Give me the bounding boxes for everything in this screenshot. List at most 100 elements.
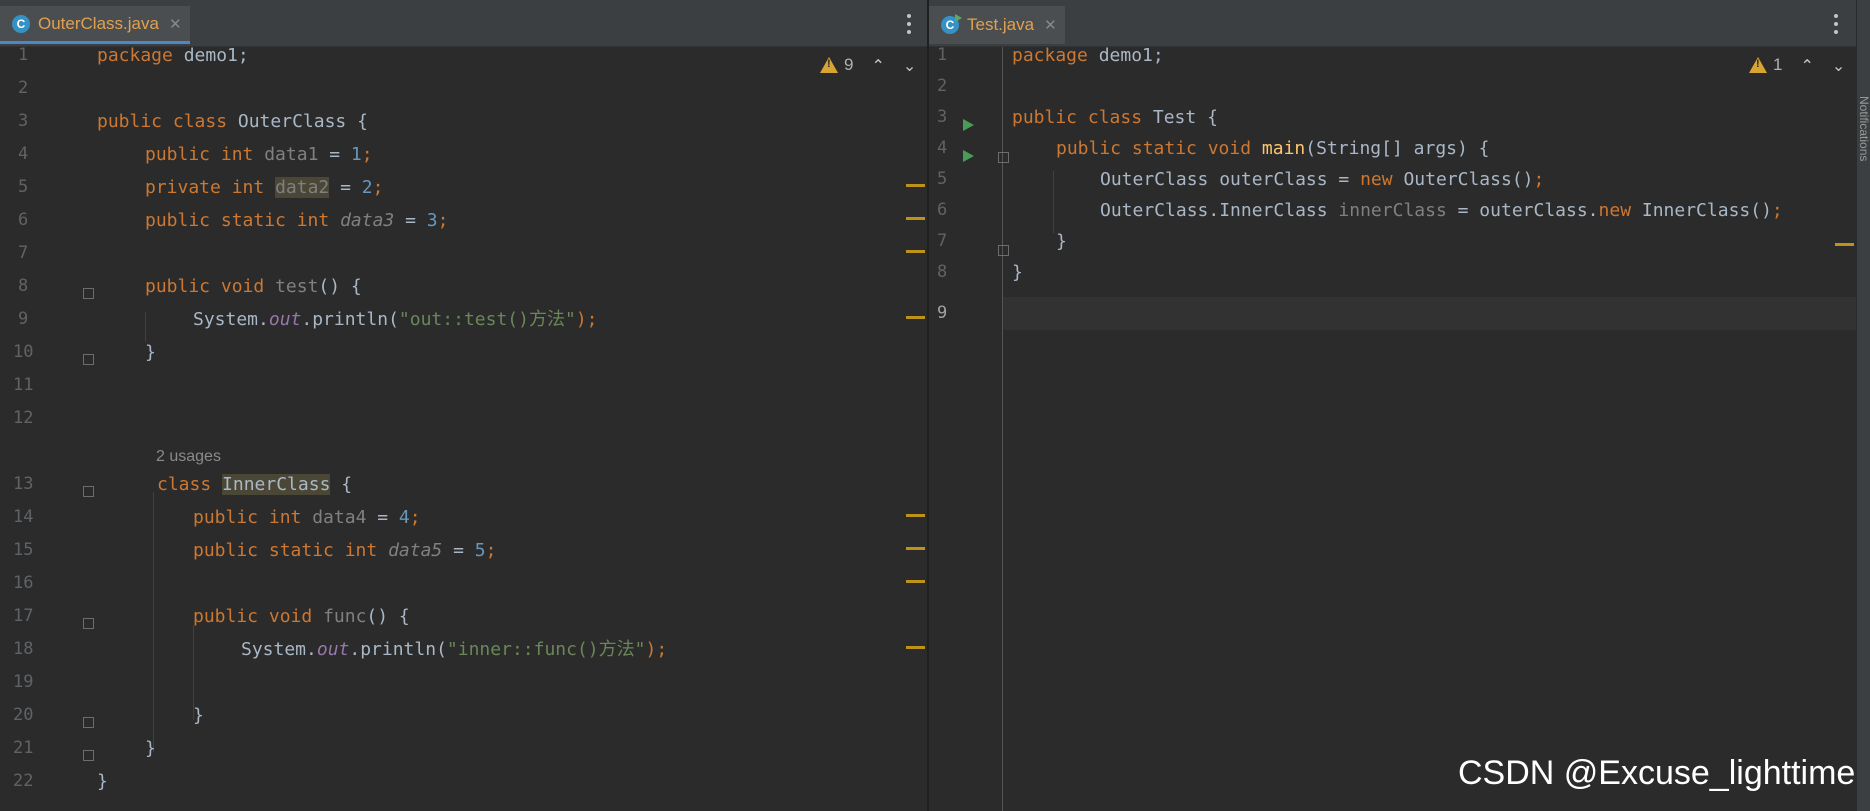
code-line: public static int data3 = 3;	[145, 210, 449, 231]
code-editor-right[interactable]: 1 ⌃ ⌄ 1 2 3 4 5 6 7 8 9 package demo1; p…	[929, 45, 1856, 811]
line-number: 6	[937, 200, 948, 220]
editor-pane-test: C Test.java ✕ 1 ⌃ ⌄ 1 2 3 4 5 6 7 8 9 pa…	[929, 0, 1856, 811]
code-line: OuterClass outerClass = new OuterClass()…	[1100, 169, 1545, 190]
current-line-highlight	[1002, 297, 1856, 330]
fold-marker-icon[interactable]	[83, 354, 94, 365]
fold-marker-icon[interactable]	[83, 288, 94, 299]
warning-stripe-mark[interactable]	[906, 514, 925, 517]
chevron-up-icon[interactable]: ⌃	[1800, 56, 1813, 75]
code-line: System.out.println("out::test()方法");	[193, 309, 598, 330]
warning-icon	[820, 57, 838, 73]
line-number: 12	[13, 408, 34, 428]
code-line: public static void main(String[] args) {	[1056, 138, 1490, 159]
fold-marker-icon[interactable]	[998, 152, 1009, 163]
line-number: 8	[18, 276, 29, 296]
inspection-widget[interactable]: 1 ⌃ ⌄	[1749, 55, 1845, 75]
code-line: OuterClass.InnerClass innerClass = outer…	[1100, 200, 1783, 221]
line-number: 4	[18, 144, 29, 164]
line-number: 5	[937, 169, 948, 189]
java-class-icon: C	[12, 14, 30, 33]
line-number: 6	[18, 210, 29, 230]
indent-guide	[153, 492, 154, 752]
line-number: 19	[13, 672, 34, 692]
line-number: 15	[13, 540, 34, 560]
fold-marker-icon[interactable]	[83, 717, 94, 728]
line-number: 18	[13, 639, 34, 659]
line-number: 8	[937, 262, 948, 282]
editor-pane-outerclass: C OuterClass.java ✕ 9 ⌃ ⌄ 1 2 3 4 5 6 7 …	[0, 0, 927, 811]
line-number: 11	[13, 375, 34, 395]
line-number: 9	[937, 303, 948, 323]
line-number: 20	[13, 705, 34, 725]
code-line: public static int data5 = 5;	[193, 540, 497, 561]
warning-stripe-mark[interactable]	[906, 547, 925, 550]
code-line: private int data2 = 2;	[145, 177, 384, 198]
warning-count: 9	[844, 55, 854, 74]
chevron-down-icon[interactable]: ⌄	[903, 56, 916, 75]
fold-marker-icon[interactable]	[998, 245, 1009, 256]
line-number: 3	[18, 111, 29, 131]
code-line: }	[1056, 231, 1067, 252]
run-icon[interactable]	[963, 150, 974, 162]
line-number: 7	[18, 243, 29, 263]
code-line: public void func() {	[193, 606, 410, 627]
code-editor-left[interactable]: 9 ⌃ ⌄ 1 2 3 4 5 6 7 8 9 10 11 12 13 14 1…	[0, 45, 927, 811]
warning-count: 1	[1773, 55, 1783, 74]
line-number: 5	[18, 177, 29, 197]
code-line: package demo1;	[97, 45, 249, 66]
code-line: public int data1 = 1;	[145, 144, 373, 165]
line-number: 10	[13, 342, 34, 362]
watermark: CSDN @Excuse_lighttime	[1458, 754, 1856, 792]
line-number: 16	[13, 573, 34, 593]
more-options-icon[interactable]	[1826, 12, 1846, 36]
warning-stripe-mark[interactable]	[906, 316, 925, 319]
chevron-down-icon[interactable]: ⌄	[1832, 56, 1845, 75]
code-line: }	[145, 342, 156, 363]
tab-label: Test.java	[967, 15, 1035, 34]
warning-stripe-mark[interactable]	[906, 217, 925, 220]
code-line: System.out.println("inner::func()方法");	[241, 639, 668, 660]
warning-stripe-mark[interactable]	[906, 250, 925, 253]
code-line: public class OuterClass {	[97, 111, 368, 132]
line-number: 7	[937, 231, 948, 251]
line-number: 17	[13, 606, 34, 626]
code-line: class InnerClass {	[157, 474, 353, 495]
line-number: 2	[937, 76, 948, 96]
warning-stripe-mark[interactable]	[906, 184, 925, 187]
close-icon[interactable]: ✕	[169, 15, 182, 33]
line-number: 21	[13, 738, 34, 758]
line-number: 1	[18, 45, 29, 65]
fold-marker-icon[interactable]	[83, 486, 94, 497]
code-line: public void test() {	[145, 276, 362, 297]
usages-hint[interactable]: 2 usages	[156, 448, 221, 466]
line-number: 22	[13, 771, 34, 791]
notifications-label: Notifications	[1857, 96, 1870, 162]
line-number: 14	[13, 507, 34, 527]
line-number: 9	[18, 309, 29, 329]
line-number: 4	[937, 138, 948, 158]
line-number: 3	[937, 107, 948, 127]
notifications-sidebar[interactable]: Notifications	[1856, 0, 1870, 811]
code-line: public class Test {	[1012, 107, 1218, 128]
warning-stripe-mark[interactable]	[1835, 243, 1854, 246]
java-runnable-class-icon: C	[941, 14, 962, 34]
code-line: }	[97, 771, 108, 792]
chevron-up-icon[interactable]: ⌃	[871, 56, 884, 75]
code-line: }	[193, 705, 204, 726]
warning-stripe-mark[interactable]	[906, 580, 925, 583]
warning-icon	[1749, 57, 1767, 73]
code-line: package demo1;	[1012, 45, 1164, 66]
code-line: }	[1012, 262, 1023, 283]
fold-marker-icon[interactable]	[83, 750, 94, 761]
indent-guide	[1053, 171, 1054, 233]
close-icon[interactable]: ✕	[1044, 16, 1057, 34]
code-line: }	[145, 738, 156, 759]
line-number: 1	[937, 45, 948, 65]
inspection-widget[interactable]: 9 ⌃ ⌄	[820, 55, 916, 75]
fold-marker-icon[interactable]	[83, 618, 94, 629]
more-options-icon[interactable]	[899, 12, 919, 36]
tab-label: OuterClass.java	[38, 13, 159, 33]
warning-stripe-mark[interactable]	[906, 646, 925, 649]
run-icon[interactable]	[963, 119, 974, 131]
line-number: 13	[13, 474, 34, 494]
